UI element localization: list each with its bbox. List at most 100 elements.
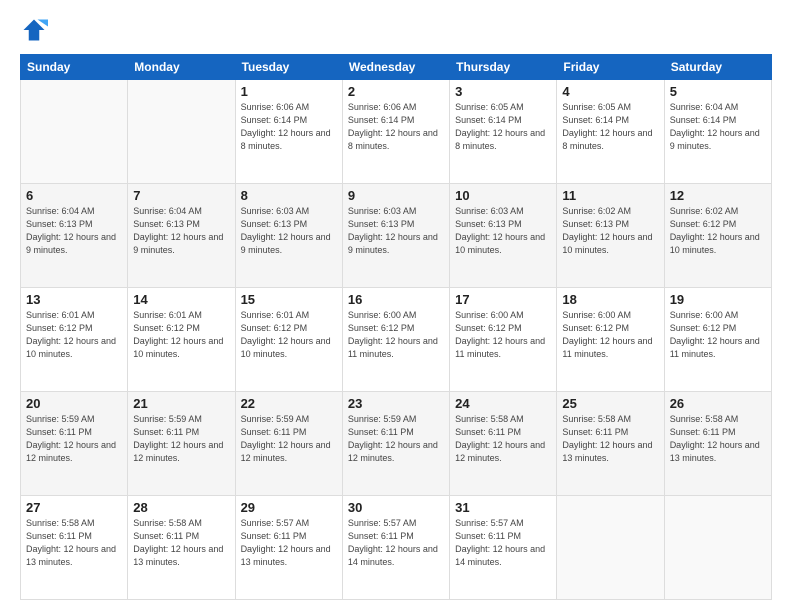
- calendar-cell: 8 Sunrise: 6:03 AM Sunset: 6:13 PM Daylig…: [235, 184, 342, 288]
- calendar-cell: 16 Sunrise: 6:00 AM Sunset: 6:12 PM Dayli…: [342, 288, 449, 392]
- calendar-cell: [21, 80, 128, 184]
- weekday-header-saturday: Saturday: [664, 55, 771, 80]
- day-number: 10: [455, 188, 551, 203]
- page: SundayMondayTuesdayWednesdayThursdayFrid…: [0, 0, 792, 612]
- day-info: Sunrise: 6:00 AM Sunset: 6:12 PM Dayligh…: [562, 309, 658, 361]
- calendar-week-row: 20 Sunrise: 5:59 AM Sunset: 6:11 PM Dayli…: [21, 392, 772, 496]
- weekday-header-sunday: Sunday: [21, 55, 128, 80]
- day-number: 31: [455, 500, 551, 515]
- day-info: Sunrise: 5:57 AM Sunset: 6:11 PM Dayligh…: [348, 517, 444, 569]
- day-number: 22: [241, 396, 337, 411]
- day-info: Sunrise: 5:59 AM Sunset: 6:11 PM Dayligh…: [241, 413, 337, 465]
- calendar-cell: 24Sunrise: 5:58 AM Sunset: 6:11 PM Dayli…: [450, 392, 557, 496]
- weekday-header-tuesday: Tuesday: [235, 55, 342, 80]
- calendar-cell: [664, 496, 771, 600]
- day-number: 3: [455, 84, 551, 99]
- day-info: Sunrise: 5:57 AM Sunset: 6:11 PM Dayligh…: [241, 517, 337, 569]
- day-info: Sunrise: 5:59 AM Sunset: 6:11 PM Dayligh…: [26, 413, 122, 465]
- day-info: Sunrise: 6:06 AM Sunset: 6:14 PM Dayligh…: [241, 101, 337, 153]
- calendar-cell: 18 Sunrise: 6:00 AM Sunset: 6:12 PM Dayli…: [557, 288, 664, 392]
- calendar-cell: 6 Sunrise: 6:04 AM Sunset: 6:13 PM Daylig…: [21, 184, 128, 288]
- calendar-cell: 29 Sunrise: 5:57 AM Sunset: 6:11 PM Dayli…: [235, 496, 342, 600]
- day-number: 27: [26, 500, 122, 515]
- weekday-header-wednesday: Wednesday: [342, 55, 449, 80]
- weekday-header-friday: Friday: [557, 55, 664, 80]
- day-info: Sunrise: 6:03 AM Sunset: 6:13 PM Dayligh…: [455, 205, 551, 257]
- day-number: 6: [26, 188, 122, 203]
- day-number: 4: [562, 84, 658, 99]
- calendar-cell: [128, 80, 235, 184]
- day-info: Sunrise: 6:03 AM Sunset: 6:13 PM Dayligh…: [241, 205, 337, 257]
- logo-icon: [20, 16, 48, 44]
- day-info: Sunrise: 6:00 AM Sunset: 6:12 PM Dayligh…: [455, 309, 551, 361]
- day-number: 9: [348, 188, 444, 203]
- weekday-header-monday: Monday: [128, 55, 235, 80]
- day-number: 1: [241, 84, 337, 99]
- day-number: 19: [670, 292, 766, 307]
- logo: [20, 16, 52, 44]
- calendar-table: SundayMondayTuesdayWednesdayThursdayFrid…: [20, 54, 772, 600]
- calendar-week-row: 13Sunrise: 6:01 AM Sunset: 6:12 PM Dayli…: [21, 288, 772, 392]
- day-info: Sunrise: 6:05 AM Sunset: 6:14 PM Dayligh…: [455, 101, 551, 153]
- day-info: Sunrise: 5:58 AM Sunset: 6:11 PM Dayligh…: [562, 413, 658, 465]
- calendar-cell: 23Sunrise: 5:59 AM Sunset: 6:11 PM Dayli…: [342, 392, 449, 496]
- calendar-cell: 12Sunrise: 6:02 AM Sunset: 6:12 PM Dayli…: [664, 184, 771, 288]
- day-number: 30: [348, 500, 444, 515]
- day-info: Sunrise: 6:04 AM Sunset: 6:13 PM Dayligh…: [26, 205, 122, 257]
- calendar-cell: 19 Sunrise: 6:00 AM Sunset: 6:12 PM Dayli…: [664, 288, 771, 392]
- calendar-week-row: 1 Sunrise: 6:06 AM Sunset: 6:14 PM Daylig…: [21, 80, 772, 184]
- calendar-cell: 9Sunrise: 6:03 AM Sunset: 6:13 PM Daylig…: [342, 184, 449, 288]
- calendar-cell: 27 Sunrise: 5:58 AM Sunset: 6:11 PM Dayli…: [21, 496, 128, 600]
- calendar-cell: 14 Sunrise: 6:01 AM Sunset: 6:12 PM Dayli…: [128, 288, 235, 392]
- day-info: Sunrise: 5:57 AM Sunset: 6:11 PM Dayligh…: [455, 517, 551, 569]
- calendar-week-row: 6 Sunrise: 6:04 AM Sunset: 6:13 PM Daylig…: [21, 184, 772, 288]
- day-number: 29: [241, 500, 337, 515]
- day-info: Sunrise: 6:00 AM Sunset: 6:12 PM Dayligh…: [670, 309, 766, 361]
- day-number: 20: [26, 396, 122, 411]
- calendar-cell: 25 Sunrise: 5:58 AM Sunset: 6:11 PM Dayli…: [557, 392, 664, 496]
- calendar-cell: 7 Sunrise: 6:04 AM Sunset: 6:13 PM Daylig…: [128, 184, 235, 288]
- day-number: 21: [133, 396, 229, 411]
- calendar-week-row: 27 Sunrise: 5:58 AM Sunset: 6:11 PM Dayli…: [21, 496, 772, 600]
- day-number: 26: [670, 396, 766, 411]
- calendar-cell: 31 Sunrise: 5:57 AM Sunset: 6:11 PM Dayli…: [450, 496, 557, 600]
- day-info: Sunrise: 6:04 AM Sunset: 6:14 PM Dayligh…: [670, 101, 766, 153]
- day-number: 8: [241, 188, 337, 203]
- day-info: Sunrise: 6:01 AM Sunset: 6:12 PM Dayligh…: [133, 309, 229, 361]
- calendar-cell: 30 Sunrise: 5:57 AM Sunset: 6:11 PM Dayli…: [342, 496, 449, 600]
- calendar-cell: 17 Sunrise: 6:00 AM Sunset: 6:12 PM Dayli…: [450, 288, 557, 392]
- day-info: Sunrise: 5:58 AM Sunset: 6:11 PM Dayligh…: [26, 517, 122, 569]
- day-info: Sunrise: 6:02 AM Sunset: 6:13 PM Dayligh…: [562, 205, 658, 257]
- header: [20, 16, 772, 44]
- calendar-cell: 22 Sunrise: 5:59 AM Sunset: 6:11 PM Dayli…: [235, 392, 342, 496]
- calendar-cell: 2 Sunrise: 6:06 AM Sunset: 6:14 PM Daylig…: [342, 80, 449, 184]
- day-number: 17: [455, 292, 551, 307]
- day-number: 25: [562, 396, 658, 411]
- day-number: 14: [133, 292, 229, 307]
- day-number: 16: [348, 292, 444, 307]
- day-info: Sunrise: 6:00 AM Sunset: 6:12 PM Dayligh…: [348, 309, 444, 361]
- calendar-cell: 4 Sunrise: 6:05 AM Sunset: 6:14 PM Daylig…: [557, 80, 664, 184]
- weekday-header-thursday: Thursday: [450, 55, 557, 80]
- day-number: 12: [670, 188, 766, 203]
- calendar-cell: [557, 496, 664, 600]
- calendar-cell: 3 Sunrise: 6:05 AM Sunset: 6:14 PM Daylig…: [450, 80, 557, 184]
- day-info: Sunrise: 6:06 AM Sunset: 6:14 PM Dayligh…: [348, 101, 444, 153]
- calendar-cell: 26 Sunrise: 5:58 AM Sunset: 6:11 PM Dayli…: [664, 392, 771, 496]
- calendar-cell: 11 Sunrise: 6:02 AM Sunset: 6:13 PM Dayli…: [557, 184, 664, 288]
- day-info: Sunrise: 6:01 AM Sunset: 6:12 PM Dayligh…: [241, 309, 337, 361]
- day-info: Sunrise: 5:58 AM Sunset: 6:11 PM Dayligh…: [133, 517, 229, 569]
- day-info: Sunrise: 5:59 AM Sunset: 6:11 PM Dayligh…: [348, 413, 444, 465]
- day-info: Sunrise: 5:59 AM Sunset: 6:11 PM Dayligh…: [133, 413, 229, 465]
- day-number: 2: [348, 84, 444, 99]
- day-number: 11: [562, 188, 658, 203]
- calendar-cell: 20 Sunrise: 5:59 AM Sunset: 6:11 PM Dayli…: [21, 392, 128, 496]
- day-info: Sunrise: 6:05 AM Sunset: 6:14 PM Dayligh…: [562, 101, 658, 153]
- day-number: 28: [133, 500, 229, 515]
- day-info: Sunrise: 5:58 AM Sunset: 6:11 PM Dayligh…: [455, 413, 551, 465]
- day-number: 7: [133, 188, 229, 203]
- calendar-cell: 5Sunrise: 6:04 AM Sunset: 6:14 PM Daylig…: [664, 80, 771, 184]
- day-info: Sunrise: 6:04 AM Sunset: 6:13 PM Dayligh…: [133, 205, 229, 257]
- day-number: 18: [562, 292, 658, 307]
- day-info: Sunrise: 5:58 AM Sunset: 6:11 PM Dayligh…: [670, 413, 766, 465]
